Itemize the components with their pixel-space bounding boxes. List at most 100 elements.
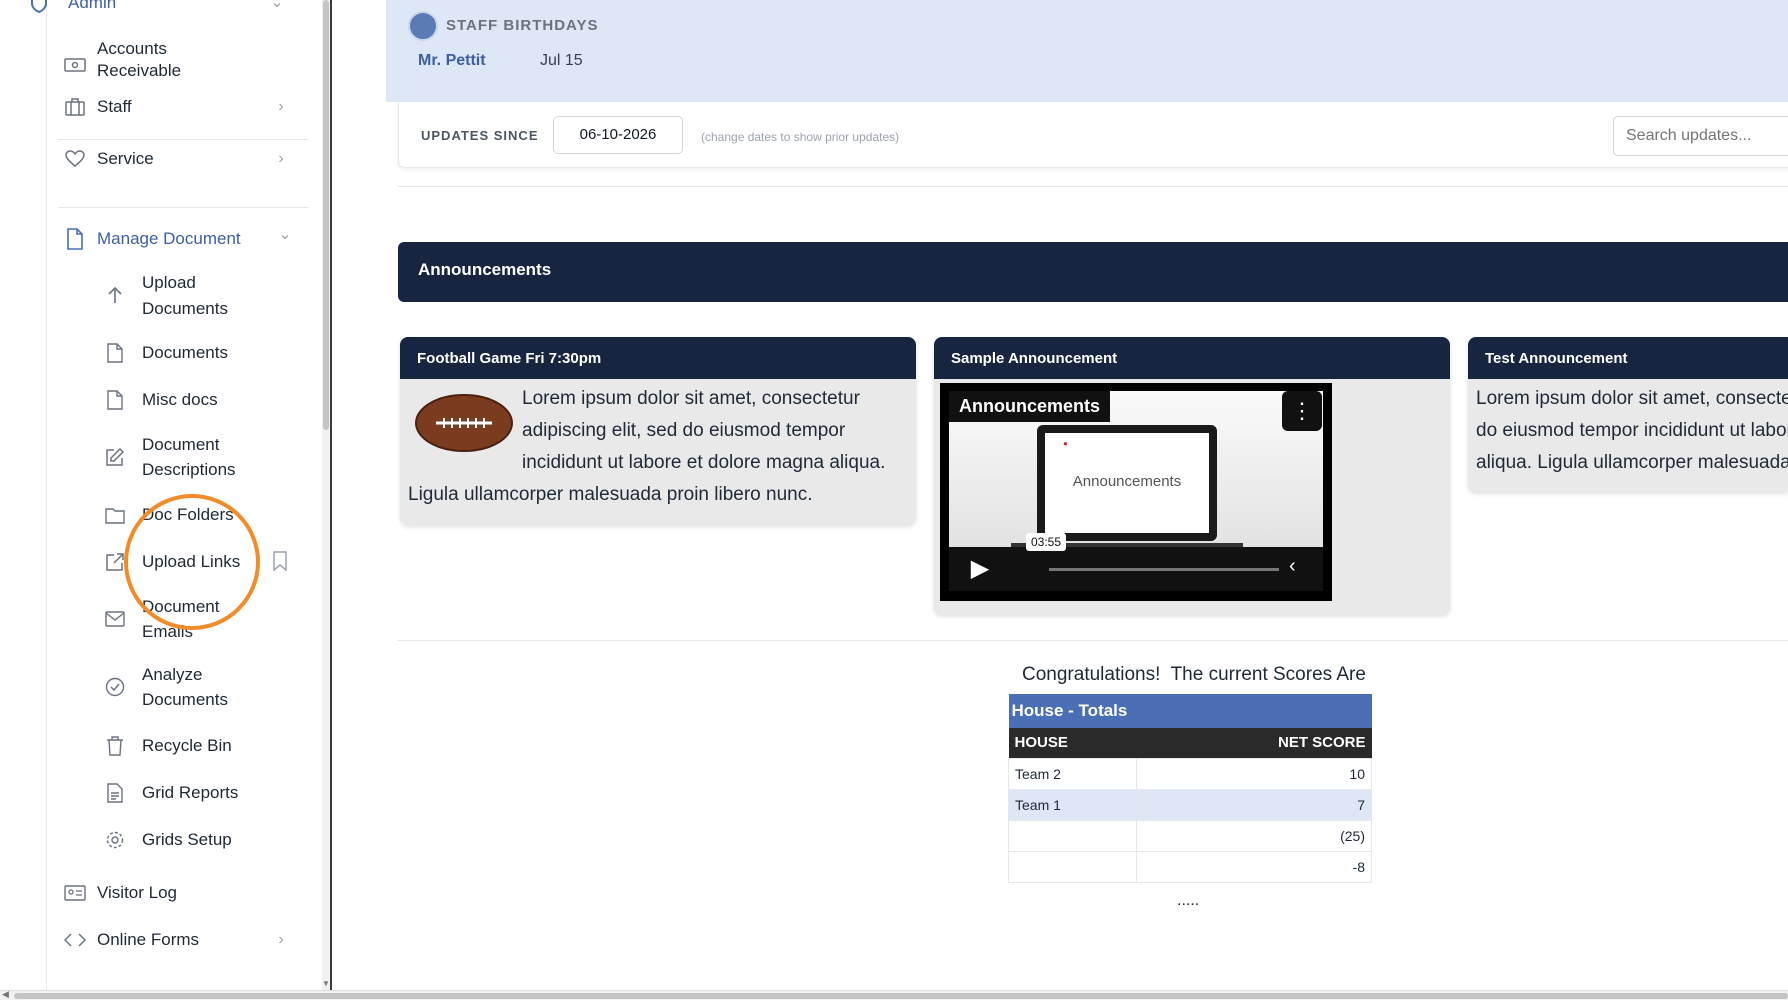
sidebar-item-label: Document Descriptions	[142, 435, 236, 479]
sidebar-item-label: Upload Links	[142, 552, 241, 571]
sidebar-item-label: Online Forms	[97, 930, 200, 949]
scrollbar-thumb[interactable]	[323, 0, 329, 430]
sidebar-guide-line	[46, 0, 47, 990]
sidebar-item-doc-folders[interactable]: Doc Folders	[104, 502, 304, 528]
card-title: Football Game Fri 7:30pm	[400, 337, 916, 379]
card-body: Lorem ipsum dolor sit amet, consectetur …	[1468, 379, 1788, 483]
updates-since-label: UPDATES SINCE	[421, 128, 539, 143]
sidebar-item-analyze-documents[interactable]: Analyze Documents	[104, 662, 304, 712]
house-cell: Team 2	[1008, 757, 1137, 790]
bookmark-icon[interactable]	[272, 551, 288, 572]
chevron-right-icon: ›	[278, 98, 284, 115]
video-controls: ▶ ‹	[949, 547, 1323, 591]
card-body-text: Lorem ipsum dolor sit amet, consectetur …	[1476, 388, 1788, 473]
announcements-title: Announcements	[418, 260, 552, 279]
check-circle-icon	[104, 676, 126, 698]
divider	[58, 207, 308, 208]
announcement-card-football[interactable]: Football Game Fri 7:30pm Lorem ipsum dol…	[400, 337, 916, 525]
sidebar-item-label: Upload Documents	[142, 273, 228, 318]
sidebar-scrollbar[interactable]: ▼	[322, 0, 330, 990]
announcements-header: Announcements	[398, 242, 1788, 302]
video-progress-track[interactable]	[1049, 568, 1279, 571]
more-indicator: .....	[1177, 892, 1200, 909]
scroll-left-arrow-icon[interactable]: ◀	[2, 989, 9, 1000]
chevron-left-icon[interactable]: ‹	[1289, 555, 1296, 578]
sidebar-item-label: Misc docs	[142, 390, 218, 409]
announcement-card-sample[interactable]: Sample Announcement ● Announcements Anno…	[934, 337, 1450, 615]
updates-since-date-input[interactable]: 06-10-2026	[553, 116, 683, 154]
laptop-image: ● Announcements	[1037, 425, 1217, 541]
score-cell: -8	[1136, 850, 1372, 883]
sidebar-item-staff[interactable]: Staff ›	[65, 94, 310, 122]
sidebar-item-label: Service	[97, 149, 154, 168]
sidebar-item-service[interactable]: Service ›	[65, 146, 310, 174]
sidebar-item-label: Documents	[142, 343, 228, 362]
sidebar-item-admin[interactable]: Admin ⌄	[28, 0, 298, 16]
sidebar-item-manage-document[interactable]: Manage Document ⌄	[67, 226, 310, 254]
shield-icon	[28, 0, 50, 14]
sidebar-item-label: Accounts Receivable	[97, 39, 182, 80]
video-time-tooltip: 03:55	[1026, 533, 1067, 551]
divider	[58, 139, 308, 140]
sidebar-item-online-forms[interactable]: Online Forms ›	[64, 927, 310, 953]
staff-birthdays-panel: STAFF BIRTHDAYS Mr. Pettit Jul 15	[386, 0, 1788, 102]
card-title: Test Announcement	[1468, 337, 1788, 379]
score-cell: 10	[1136, 757, 1372, 790]
scroll-down-arrow-icon[interactable]: ▼	[322, 979, 330, 988]
report-icon	[104, 782, 126, 804]
sidebar-item-grids-setup[interactable]: Grids Setup	[104, 827, 304, 853]
divider	[398, 640, 1788, 641]
file-icon	[64, 228, 86, 250]
sidebar-item-grid-reports[interactable]: Grid Reports	[104, 780, 304, 806]
cash-icon	[64, 54, 86, 76]
scores-heading: Congratulations! The current Scores Are	[1022, 664, 1366, 685]
arrow-up-icon	[104, 284, 126, 306]
table-title: House - Totals	[1008, 694, 1372, 728]
column-header-house: HOUSE	[1008, 728, 1137, 758]
heart-icon	[64, 148, 86, 170]
house-scores-table: House - Totals HOUSE NET SCORE Team 2 10…	[1008, 694, 1372, 883]
scrollbar-thumb[interactable]	[14, 993, 1788, 999]
updates-hint: (change dates to show prior updates)	[701, 130, 900, 144]
birthday-date: Jul 15	[540, 52, 583, 69]
sidebar-item-recycle-bin[interactable]: Recycle Bin	[104, 733, 304, 759]
chevron-down-icon: ⌄	[278, 226, 292, 243]
sidebar-item-document-descriptions[interactable]: Document Descriptions	[104, 432, 304, 482]
score-cell: 7	[1136, 788, 1372, 821]
code-icon	[64, 929, 86, 951]
sidebar-item-label: Grid Reports	[142, 783, 239, 802]
play-icon[interactable]: ▶	[955, 551, 1005, 587]
sidebar-item-visitor-log[interactable]: Visitor Log	[64, 880, 310, 906]
sidebar-item-label: Recycle Bin	[142, 736, 232, 755]
sidebar-item-documents[interactable]: Documents	[104, 340, 304, 366]
file-icon	[104, 389, 126, 411]
sidebar: Admin ⌄ Accounts Receivable Staff › Serv…	[0, 0, 332, 990]
main-content: STAFF BIRTHDAYS Mr. Pettit Jul 15 UPDATE…	[334, 0, 1788, 990]
sidebar-item-accounts-receivable[interactable]: Accounts Receivable	[64, 39, 310, 90]
sidebar-item-misc-docs[interactable]: Misc docs	[104, 387, 304, 413]
divider	[398, 186, 1788, 187]
search-updates-input[interactable]	[1613, 116, 1788, 156]
sidebar-item-upload-documents[interactable]: Upload Documents	[104, 270, 304, 320]
sidebar-item-document-emails[interactable]: Document Emails	[104, 594, 304, 644]
sidebar-item-label: Staff	[97, 97, 132, 116]
table-row: Team 1 7	[1008, 788, 1372, 821]
video-title-badge: Announcements	[949, 391, 1111, 422]
sidebar-item-label: Analyze Documents	[142, 665, 228, 709]
announcement-card-test[interactable]: Test Announcement Lorem ipsum dolor sit …	[1468, 337, 1788, 492]
more-vertical-icon[interactable]: ⋮	[1282, 391, 1322, 431]
card-body: Lorem ipsum dolor sit amet, consectetur …	[400, 379, 916, 515]
table-row: Team 2 10	[1008, 757, 1372, 790]
chevron-right-icon: ›	[278, 931, 284, 948]
sidebar-item-label: Manage Document	[97, 229, 241, 248]
gear-icon	[104, 829, 126, 851]
video-player[interactable]: ● Announcements Announcements ⋮ ▶ ‹ 03:5…	[940, 383, 1332, 601]
chevron-down-icon: ⌄	[270, 0, 284, 11]
edit-icon	[104, 446, 126, 468]
birthday-name-link[interactable]: Mr. Pettit	[418, 52, 486, 70]
column-header-net-score: NET SCORE	[1136, 728, 1372, 758]
score-cell: (25)	[1136, 819, 1372, 852]
sidebar-item-label: Document Emails	[142, 597, 220, 641]
folder-icon	[104, 504, 126, 526]
horizontal-scrollbar[interactable]: ◀	[0, 989, 1788, 1000]
